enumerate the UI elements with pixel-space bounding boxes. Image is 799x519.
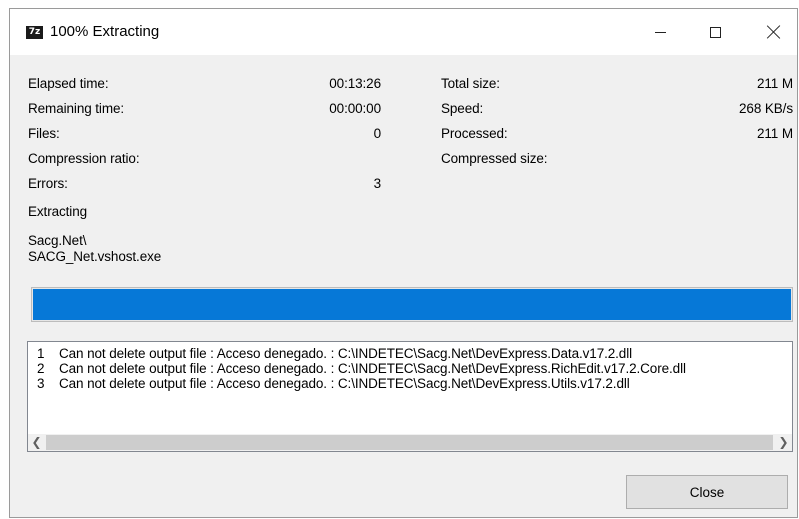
processed-value: 211 M — [756, 126, 793, 141]
close-icon — [767, 25, 781, 39]
error-log-rows: 1 Can not delete output file : Acceso den… — [28, 346, 792, 428]
progress-fill — [33, 289, 791, 320]
log-row-index: 2 — [37, 361, 45, 376]
maximize-button[interactable] — [692, 9, 738, 55]
log-row-message: Can not delete output file : Acceso dene… — [59, 376, 630, 391]
errors-value: 3 — [373, 176, 382, 191]
total-size-label: Total size: — [441, 76, 500, 91]
log-row-message: Can not delete output file : Acceso dene… — [59, 361, 686, 376]
log-row-index: 3 — [37, 376, 45, 391]
compression-ratio-label: Compression ratio: — [28, 151, 140, 166]
scrollbar-thumb[interactable] — [46, 435, 773, 450]
current-file: SACG_Net.vshost.exe — [28, 249, 162, 264]
minimize-button[interactable] — [637, 9, 683, 55]
chevron-right-icon[interactable]: ❯ — [775, 434, 792, 451]
log-row[interactable]: 3 Can not delete output file : Acceso den… — [28, 376, 792, 391]
horizontal-scrollbar[interactable]: ❮ ❯ — [28, 434, 792, 451]
files-value: 0 — [373, 126, 382, 141]
current-path: Sacg.Net\ — [28, 233, 87, 248]
progress-bar — [31, 287, 793, 322]
log-row[interactable]: 2 Can not delete output file : Acceso den… — [28, 361, 792, 376]
close-window-button[interactable] — [751, 9, 797, 55]
speed-label: Speed: — [441, 101, 484, 116]
errors-label: Errors: — [28, 176, 68, 191]
total-size-value: 211 M — [756, 76, 793, 91]
title-bar[interactable]: 7z 100% Extracting — [10, 9, 797, 55]
log-row-message: Can not delete output file : Acceso dene… — [59, 346, 633, 361]
log-row[interactable]: 1 Can not delete output file : Acceso den… — [28, 346, 792, 361]
processed-label: Processed: — [441, 126, 508, 141]
minimize-icon — [654, 31, 666, 33]
log-row-index: 1 — [37, 346, 45, 361]
files-label: Files: — [28, 126, 60, 141]
remaining-time-label: Remaining time: — [28, 101, 125, 116]
operation-status: Extracting — [28, 204, 88, 219]
close-button[interactable]: Close — [626, 475, 788, 509]
error-log-list[interactable]: 1 Can not delete output file : Acceso den… — [27, 341, 793, 452]
speed-value: 268 KB/s — [739, 101, 793, 116]
window-title: 100% Extracting — [50, 23, 160, 40]
compressed-size-label: Compressed size: — [441, 151, 548, 166]
maximize-icon — [709, 26, 721, 38]
7zip-icon: 7z — [26, 26, 43, 39]
extraction-dialog: 7z 100% Extracting Elapsed time: 00:13:2… — [9, 8, 798, 518]
elapsed-time-label: Elapsed time: — [28, 76, 109, 91]
remaining-time-value: 00:00:00 — [329, 101, 381, 116]
chevron-left-icon[interactable]: ❮ — [28, 434, 45, 451]
elapsed-time-value: 00:13:26 — [329, 76, 381, 91]
